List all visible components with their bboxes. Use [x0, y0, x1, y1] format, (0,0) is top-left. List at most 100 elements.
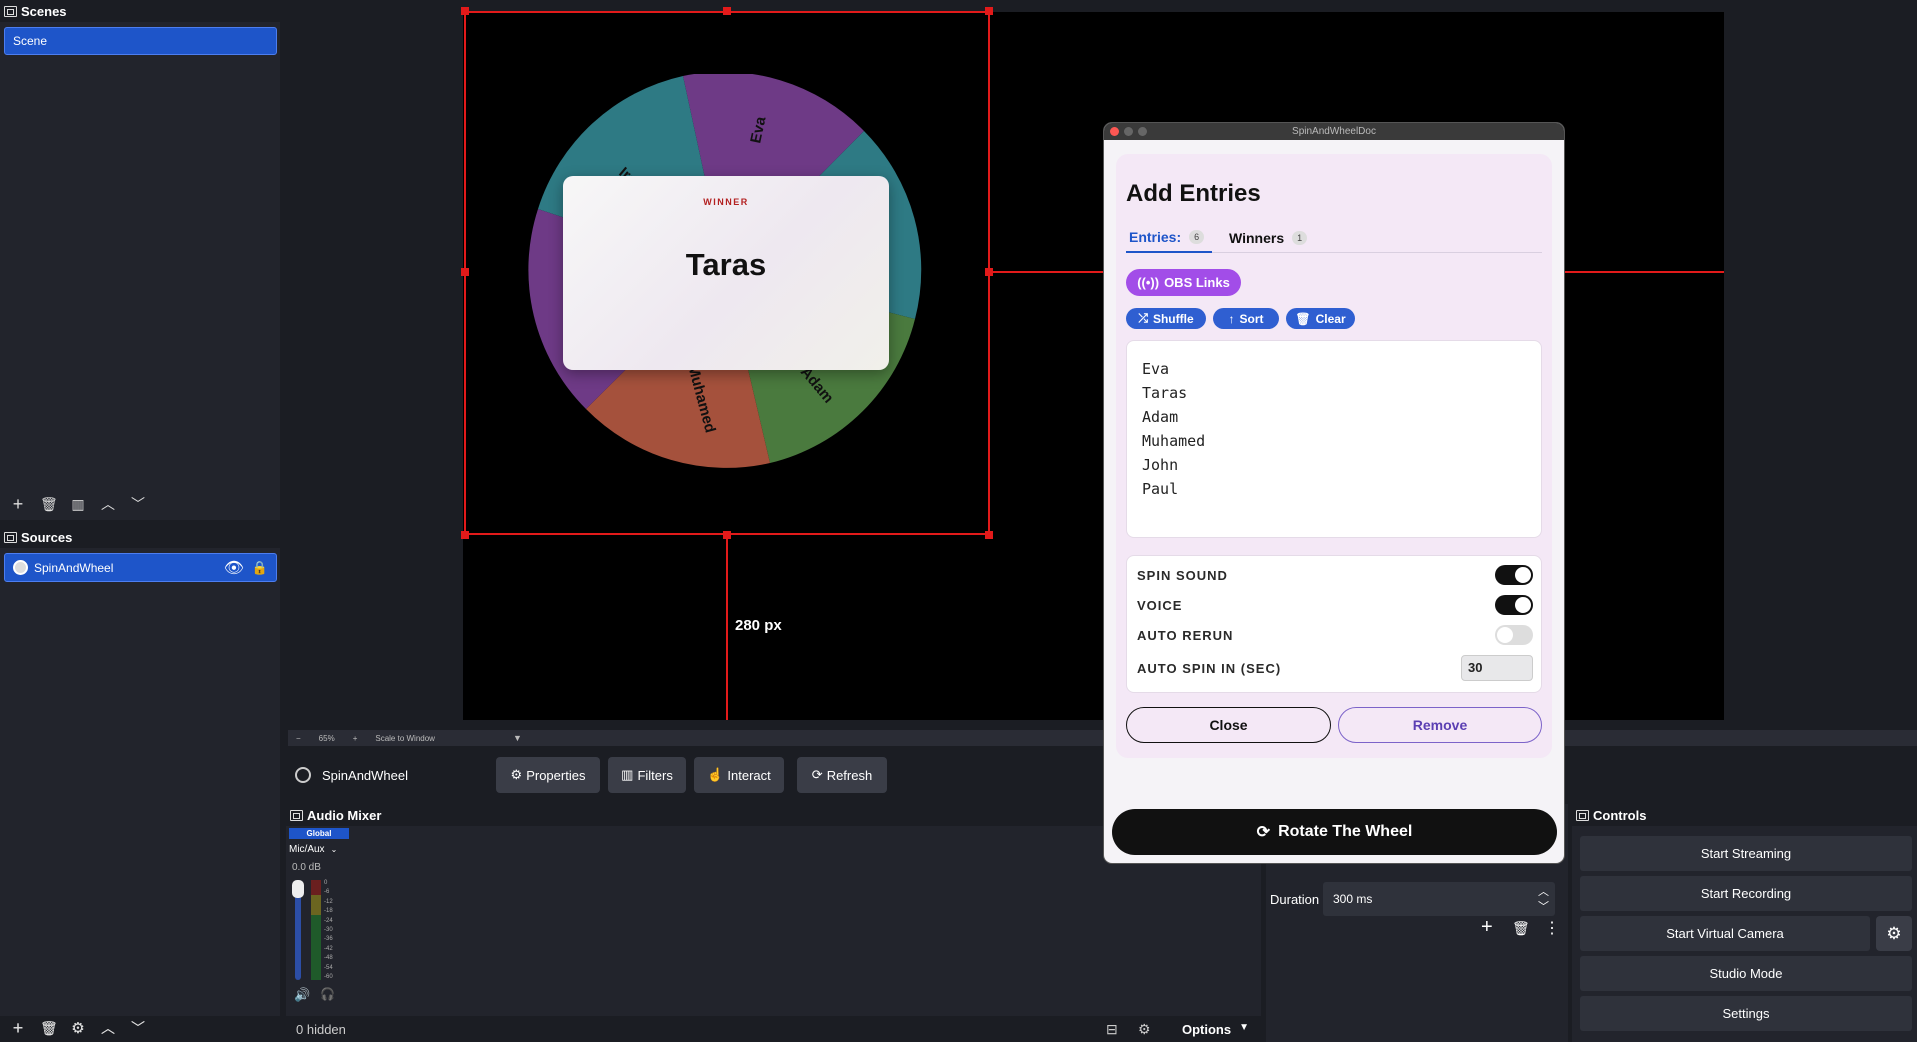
- duration-field[interactable]: 300 ms ︿ ﹀: [1323, 882, 1555, 916]
- entries-textarea[interactable]: Eva Taras Adam Muhamed John Paul: [1126, 340, 1542, 538]
- chevron-down-icon[interactable]: ﹀: [130, 1021, 146, 1035]
- audio-mixer-label: Audio Mixer: [307, 807, 382, 823]
- tab-count-badge: 1: [1292, 231, 1308, 245]
- tab-entries-label: Entries:: [1129, 229, 1182, 245]
- options-dropdown[interactable]: Options ▼: [1182, 1022, 1249, 1037]
- rotate-wheel-button[interactable]: ⟳ Rotate The Wheel: [1112, 809, 1557, 855]
- filters-button[interactable]: ▥ Filters: [608, 757, 686, 793]
- add-scene-icon[interactable]: +: [10, 495, 26, 513]
- tab-winners[interactable]: Winners 1: [1229, 223, 1329, 253]
- refresh-label: Refresh: [826, 767, 873, 783]
- lock-icon[interactable]: 🔒: [252, 560, 268, 576]
- meter-scale: 0 -6 -12 -18 -24 -30 -36 -42 -48 -54 -60: [324, 880, 340, 980]
- zoom-out-icon[interactable]: −: [296, 734, 301, 743]
- auto-rerun-toggle[interactable]: [1495, 625, 1533, 645]
- chevron-up-icon[interactable]: ︿: [100, 1021, 116, 1035]
- toggle-knob: [1497, 627, 1513, 643]
- studio-mode-button[interactable]: Studio Mode: [1580, 956, 1912, 991]
- controls-label: Controls: [1593, 807, 1647, 823]
- chevron-down-icon[interactable]: ﹀: [130, 497, 146, 511]
- volume-slider[interactable]: [292, 880, 304, 980]
- zoom-in-icon[interactable]: +: [353, 734, 358, 743]
- resize-handle[interactable]: [985, 531, 993, 539]
- clear-button[interactable]: 🗑 Clear: [1286, 308, 1355, 329]
- gear-icon[interactable]: ⚙: [70, 1021, 86, 1036]
- filter-icon[interactable]: ▥: [70, 497, 86, 511]
- resize-handle[interactable]: [461, 7, 469, 15]
- resize-handle[interactable]: [723, 7, 731, 15]
- close-button[interactable]: Close: [1126, 707, 1331, 743]
- chevron-down-icon[interactable]: ▼: [513, 733, 522, 743]
- settings-button[interactable]: Settings: [1580, 996, 1912, 1031]
- scene-item[interactable]: Scene: [4, 27, 277, 55]
- resize-handle[interactable]: [985, 7, 993, 15]
- maximize-window-icon[interactable]: [1138, 127, 1147, 136]
- more-icon[interactable]: ⋮: [1544, 918, 1560, 938]
- start-virtual-camera-button[interactable]: Start Virtual Camera: [1580, 916, 1870, 951]
- stepper-down-icon[interactable]: ﹀: [1538, 898, 1549, 914]
- add-icon[interactable]: +: [10, 1019, 26, 1037]
- dock-icon: [1576, 809, 1589, 821]
- auto-rerun-row: AUTO RERUN: [1127, 620, 1541, 650]
- meter-tick: -42: [324, 945, 333, 952]
- monitor-off-icon[interactable]: 🎧: [320, 987, 335, 1001]
- settings-label: Settings: [1722, 1006, 1770, 1021]
- meter-tick: -18: [324, 908, 333, 915]
- eye-icon[interactable]: 👁: [224, 558, 244, 578]
- refresh-icon: ⟳: [811, 767, 823, 782]
- source-item[interactable]: SpinAndWheel 👁 🔒: [4, 553, 277, 582]
- globe-icon: [295, 767, 311, 783]
- sort-button[interactable]: ↑ Sort: [1213, 308, 1279, 329]
- trash-icon[interactable]: 🗑: [1512, 920, 1530, 937]
- shuffle-button[interactable]: ⤮ Shuffle: [1126, 308, 1206, 329]
- clear-label: Clear: [1315, 311, 1346, 326]
- sources-dock-title: Sources: [0, 526, 280, 548]
- start-recording-button[interactable]: Start Recording: [1580, 876, 1912, 911]
- close-window-icon[interactable]: [1110, 127, 1119, 136]
- rotate-wheel-label: Rotate The Wheel: [1278, 823, 1413, 840]
- remove-label: Remove: [1412, 717, 1468, 733]
- properties-label: Properties: [526, 767, 586, 783]
- properties-button[interactable]: ⚙ Properties: [496, 757, 600, 793]
- scenes-dock-title: Scenes: [0, 0, 280, 22]
- start-virtual-camera-label: Start Virtual Camera: [1666, 926, 1784, 941]
- channel-select[interactable]: Mic/Aux ⌄: [289, 841, 349, 857]
- resize-handle[interactable]: [461, 531, 469, 539]
- level-meter: [311, 880, 321, 980]
- spin-sound-row: SPIN SOUND: [1127, 560, 1541, 590]
- zoom-level: 65%: [318, 733, 335, 743]
- interact-label: Interact: [727, 767, 771, 783]
- auto-spin-input[interactable]: 30: [1461, 655, 1533, 681]
- obs-links-button[interactable]: ((•)) OBS Links: [1126, 269, 1241, 296]
- add-icon[interactable]: +: [1481, 916, 1493, 939]
- sources-title-label: Sources: [21, 529, 73, 545]
- spin-wheel-dialog: SpinAndWheelDoc Add Entries Entries: 6 W…: [1104, 123, 1564, 863]
- volume-knob[interactable]: [292, 880, 304, 898]
- start-streaming-button[interactable]: Start Streaming: [1580, 836, 1912, 871]
- meter-tick: -60: [324, 973, 333, 980]
- scale-mode[interactable]: Scale to Window: [375, 734, 435, 743]
- virtual-camera-settings-button[interactable]: ⚙: [1876, 916, 1912, 951]
- studio-mode-label: Studio Mode: [1709, 966, 1783, 981]
- trash-icon[interactable]: 🗑: [40, 1021, 58, 1035]
- trash-icon[interactable]: 🗑: [40, 497, 58, 511]
- chevron-up-icon[interactable]: ︿: [100, 497, 116, 511]
- channel-label: Mic/Aux: [289, 843, 325, 855]
- resize-handle[interactable]: [461, 268, 469, 276]
- dock-icon: [4, 531, 17, 543]
- layout-icon[interactable]: ⊟: [1106, 1021, 1118, 1038]
- scenes-title-label: Scenes: [21, 3, 67, 19]
- gear-icon: ⚙: [510, 767, 523, 782]
- minimize-window-icon[interactable]: [1124, 127, 1133, 136]
- sources-dock: Sources SpinAndWheel 👁 🔒 + 🗑 ⚙ ︿ ﹀: [0, 526, 280, 1037]
- meter-tick: 0: [324, 880, 328, 886]
- speaker-icon[interactable]: 🔊: [294, 987, 310, 1003]
- gear-icon[interactable]: ⚙: [1138, 1021, 1151, 1038]
- interact-button[interactable]: ☝ Interact: [694, 757, 784, 793]
- spin-sound-toggle[interactable]: [1495, 565, 1533, 585]
- refresh-button[interactable]: ⟳ Refresh: [797, 757, 887, 793]
- stepper-up-icon[interactable]: ︿: [1538, 883, 1549, 899]
- tab-entries[interactable]: Entries: 6: [1126, 223, 1212, 253]
- voice-toggle[interactable]: [1495, 595, 1533, 615]
- remove-button[interactable]: Remove: [1338, 707, 1542, 743]
